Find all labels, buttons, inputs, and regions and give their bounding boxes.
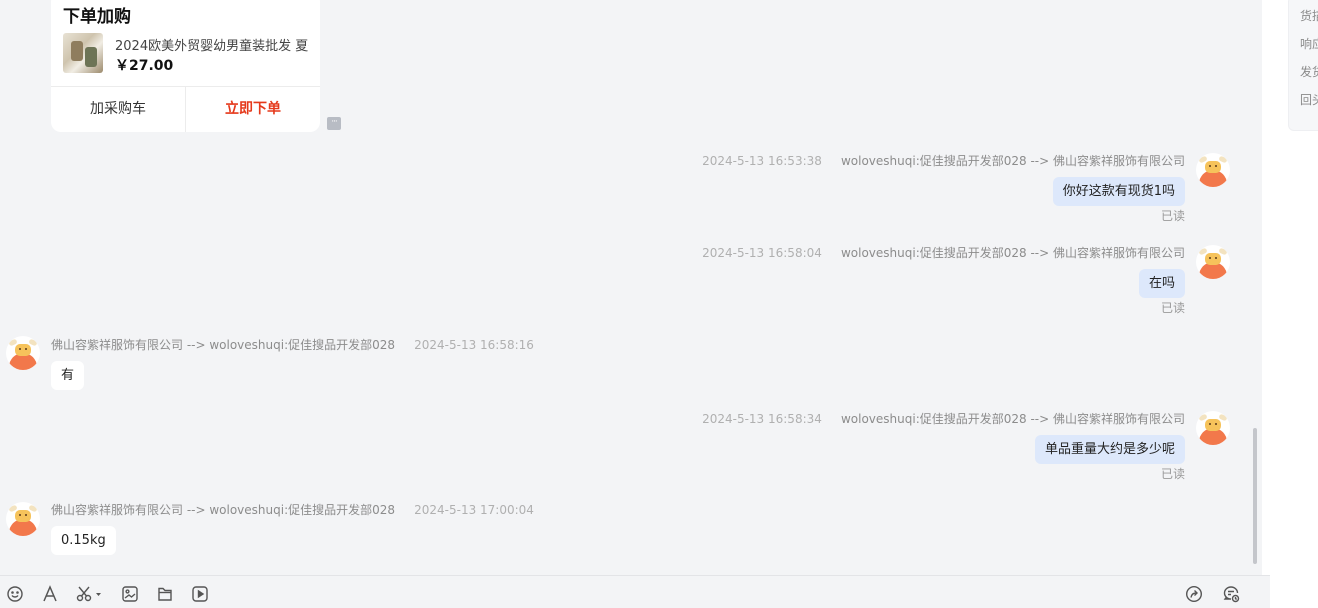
screenshot-scissors-icon[interactable]	[76, 585, 102, 603]
read-status: 已读	[1160, 301, 1185, 315]
message-bubble[interactable]: 0.15kg	[51, 526, 116, 555]
avatar[interactable]	[1196, 153, 1230, 187]
message-bubble[interactable]: 在吗	[1138, 269, 1185, 298]
product-thumbnail[interactable]	[63, 33, 103, 73]
message-time: 2024-5-13 16:58:04	[702, 246, 822, 260]
order-card-title: 下单加购	[63, 7, 131, 27]
product-price: ￥27.00	[115, 58, 174, 74]
chat-message-area: 下单加购 2024欧美外贸婴幼男童装批发 夏季 ￥27.00 加采购车 立即下单…	[0, 0, 1260, 575]
message-bubble[interactable]: 有	[51, 361, 85, 390]
rating-item-description: 货描	[1300, 9, 1318, 23]
chat-history-icon[interactable]	[1222, 585, 1240, 603]
rating-item-shipping: 发货	[1300, 65, 1318, 79]
share-icon[interactable]	[1185, 585, 1203, 603]
rating-item-response: 响应	[1300, 37, 1318, 51]
image-icon[interactable]	[121, 585, 139, 603]
product-name[interactable]: 2024欧美外贸婴幼男童装批发 夏季	[115, 35, 309, 54]
message-route: woloveshuqi:促佳搜品开发部028 --> 佛山容紫祥服饰有限公司	[840, 246, 1185, 260]
message-bubble[interactable]: 单品重量大约是多少呢	[1034, 435, 1185, 464]
ellipsis-icon[interactable]: ···	[327, 117, 341, 130]
message-time: 2024-5-13 16:58:34	[702, 412, 822, 426]
read-status: 已读	[1160, 467, 1185, 481]
message-bubble[interactable]: 你好这款有现货1吗	[1052, 177, 1185, 206]
avatar[interactable]	[1196, 411, 1230, 445]
read-status: 已读	[1160, 209, 1185, 223]
file-icon[interactable]	[156, 585, 174, 603]
message-time: 2024-5-13 17:00:04	[414, 503, 534, 517]
message-meta: 佛山容紫祥服饰有限公司 --> woloveshuqi:促佳搜品开发部028 2…	[51, 501, 534, 518]
chat-scrollbar[interactable]	[1253, 428, 1257, 564]
order-card: 下单加购 2024欧美外贸婴幼男童装批发 夏季 ￥27.00 加采购车 立即下单	[51, 0, 320, 132]
message-route: 佛山容紫祥服饰有限公司 --> woloveshuqi:促佳搜品开发部028	[51, 338, 396, 352]
rating-item-repeat: 回头	[1300, 93, 1318, 107]
message-route: woloveshuqi:促佳搜品开发部028 --> 佛山容紫祥服饰有限公司	[840, 154, 1185, 168]
order-now-button[interactable]: 立即下单	[186, 87, 320, 132]
message-meta: 2024-5-13 16:53:38 woloveshuqi:促佳搜品开发部02…	[702, 152, 1185, 169]
add-to-cart-button[interactable]: 加采购车	[51, 87, 185, 132]
avatar[interactable]	[1196, 245, 1230, 279]
message-time: 2024-5-13 16:58:16	[414, 338, 534, 352]
avatar[interactable]	[6, 336, 40, 370]
message-route: 佛山容紫祥服饰有限公司 --> woloveshuqi:促佳搜品开发部028	[51, 503, 396, 517]
message-meta: 2024-5-13 16:58:04 woloveshuqi:促佳搜品开发部02…	[702, 244, 1185, 261]
message-time: 2024-5-13 16:53:38	[702, 154, 822, 168]
emoji-icon[interactable]	[6, 585, 24, 603]
video-icon[interactable]	[191, 585, 209, 603]
avatar[interactable]	[6, 502, 40, 536]
message-meta: 2024-5-13 16:58:34 woloveshuqi:促佳搜品开发部02…	[702, 410, 1185, 427]
message-meta: 佛山容紫祥服饰有限公司 --> woloveshuqi:促佳搜品开发部028 2…	[51, 336, 534, 353]
font-icon[interactable]	[41, 585, 59, 603]
message-route: woloveshuqi:促佳搜品开发部028 --> 佛山容紫祥服饰有限公司	[840, 412, 1185, 426]
